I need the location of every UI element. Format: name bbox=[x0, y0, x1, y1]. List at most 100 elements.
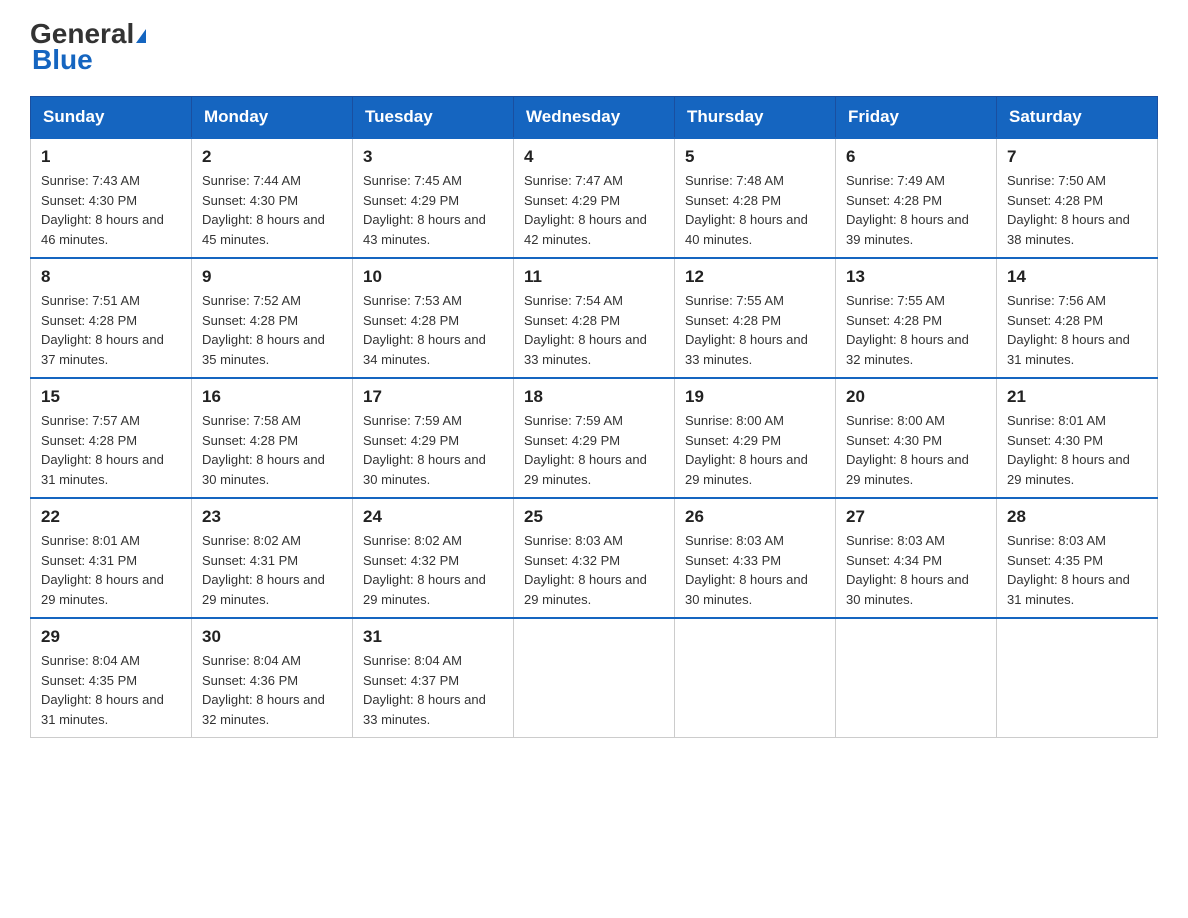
day-info: Sunrise: 7:56 AMSunset: 4:28 PMDaylight:… bbox=[1007, 291, 1147, 369]
day-number: 23 bbox=[202, 507, 342, 527]
day-number: 9 bbox=[202, 267, 342, 287]
day-info: Sunrise: 7:53 AMSunset: 4:28 PMDaylight:… bbox=[363, 291, 503, 369]
day-info: Sunrise: 8:00 AMSunset: 4:30 PMDaylight:… bbox=[846, 411, 986, 489]
day-number: 20 bbox=[846, 387, 986, 407]
day-info: Sunrise: 8:03 AMSunset: 4:32 PMDaylight:… bbox=[524, 531, 664, 609]
day-number: 8 bbox=[41, 267, 181, 287]
calendar-cell bbox=[675, 618, 836, 738]
column-header-tuesday: Tuesday bbox=[353, 97, 514, 139]
day-number: 3 bbox=[363, 147, 503, 167]
calendar-cell: 8 Sunrise: 7:51 AMSunset: 4:28 PMDaylight… bbox=[31, 258, 192, 378]
day-info: Sunrise: 7:47 AMSunset: 4:29 PMDaylight:… bbox=[524, 171, 664, 249]
week-row-1: 1 Sunrise: 7:43 AMSunset: 4:30 PMDaylight… bbox=[31, 138, 1158, 258]
logo-triangle-icon bbox=[136, 29, 146, 43]
day-info: Sunrise: 8:01 AMSunset: 4:30 PMDaylight:… bbox=[1007, 411, 1147, 489]
calendar-cell: 21 Sunrise: 8:01 AMSunset: 4:30 PMDayligh… bbox=[997, 378, 1158, 498]
calendar-cell: 31Sunrise: 8:04 AMSunset: 4:37 PMDayligh… bbox=[353, 618, 514, 738]
day-number: 26 bbox=[685, 507, 825, 527]
day-number: 5 bbox=[685, 147, 825, 167]
day-info: Sunrise: 7:55 AMSunset: 4:28 PMDaylight:… bbox=[685, 291, 825, 369]
calendar-cell: 28 Sunrise: 8:03 AMSunset: 4:35 PMDayligh… bbox=[997, 498, 1158, 618]
calendar-cell: 18 Sunrise: 7:59 AMSunset: 4:29 PMDayligh… bbox=[514, 378, 675, 498]
calendar-cell: 2Sunrise: 7:44 AMSunset: 4:30 PMDaylight… bbox=[192, 138, 353, 258]
calendar-cell: 16 Sunrise: 7:58 AMSunset: 4:28 PMDayligh… bbox=[192, 378, 353, 498]
calendar-cell: 23 Sunrise: 8:02 AMSunset: 4:31 PMDayligh… bbox=[192, 498, 353, 618]
day-info: Sunrise: 8:02 AMSunset: 4:32 PMDaylight:… bbox=[363, 531, 503, 609]
day-number: 16 bbox=[202, 387, 342, 407]
column-header-saturday: Saturday bbox=[997, 97, 1158, 139]
calendar-cell: 6Sunrise: 7:49 AMSunset: 4:28 PMDaylight… bbox=[836, 138, 997, 258]
day-number: 21 bbox=[1007, 387, 1147, 407]
day-number: 10 bbox=[363, 267, 503, 287]
day-info: Sunrise: 8:00 AMSunset: 4:29 PMDaylight:… bbox=[685, 411, 825, 489]
calendar-cell: 12Sunrise: 7:55 AMSunset: 4:28 PMDayligh… bbox=[675, 258, 836, 378]
day-info: Sunrise: 7:44 AMSunset: 4:30 PMDaylight:… bbox=[202, 171, 342, 249]
calendar-cell: 5 Sunrise: 7:48 AMSunset: 4:28 PMDaylight… bbox=[675, 138, 836, 258]
week-row-2: 8 Sunrise: 7:51 AMSunset: 4:28 PMDaylight… bbox=[31, 258, 1158, 378]
day-number: 24 bbox=[363, 507, 503, 527]
day-number: 25 bbox=[524, 507, 664, 527]
day-info: Sunrise: 8:03 AMSunset: 4:33 PMDaylight:… bbox=[685, 531, 825, 609]
logo-line2: Blue bbox=[32, 44, 93, 76]
day-number: 19 bbox=[685, 387, 825, 407]
calendar-cell: 15 Sunrise: 7:57 AMSunset: 4:28 PMDayligh… bbox=[31, 378, 192, 498]
column-header-monday: Monday bbox=[192, 97, 353, 139]
day-info: Sunrise: 7:59 AMSunset: 4:29 PMDaylight:… bbox=[524, 411, 664, 489]
day-info: Sunrise: 7:49 AMSunset: 4:28 PMDaylight:… bbox=[846, 171, 986, 249]
day-info: Sunrise: 7:50 AMSunset: 4:28 PMDaylight:… bbox=[1007, 171, 1147, 249]
day-info: Sunrise: 7:55 AMSunset: 4:28 PMDaylight:… bbox=[846, 291, 986, 369]
day-number: 29 bbox=[41, 627, 181, 647]
calendar-cell: 10 Sunrise: 7:53 AMSunset: 4:28 PMDayligh… bbox=[353, 258, 514, 378]
calendar-cell bbox=[836, 618, 997, 738]
calendar-cell: 14Sunrise: 7:56 AMSunset: 4:28 PMDayligh… bbox=[997, 258, 1158, 378]
page-header: General Blue bbox=[30, 20, 1158, 76]
calendar-cell: 20 Sunrise: 8:00 AMSunset: 4:30 PMDayligh… bbox=[836, 378, 997, 498]
calendar-cell: 17 Sunrise: 7:59 AMSunset: 4:29 PMDayligh… bbox=[353, 378, 514, 498]
day-number: 31 bbox=[363, 627, 503, 647]
day-info: Sunrise: 7:54 AMSunset: 4:28 PMDaylight:… bbox=[524, 291, 664, 369]
day-info: Sunrise: 7:48 AMSunset: 4:28 PMDaylight:… bbox=[685, 171, 825, 249]
day-number: 1 bbox=[41, 147, 181, 167]
day-info: Sunrise: 8:02 AMSunset: 4:31 PMDaylight:… bbox=[202, 531, 342, 609]
day-info: Sunrise: 8:03 AMSunset: 4:35 PMDaylight:… bbox=[1007, 531, 1147, 609]
day-number: 22 bbox=[41, 507, 181, 527]
day-info: Sunrise: 7:59 AMSunset: 4:29 PMDaylight:… bbox=[363, 411, 503, 489]
day-number: 18 bbox=[524, 387, 664, 407]
calendar-cell: 24 Sunrise: 8:02 AMSunset: 4:32 PMDayligh… bbox=[353, 498, 514, 618]
week-row-3: 15 Sunrise: 7:57 AMSunset: 4:28 PMDayligh… bbox=[31, 378, 1158, 498]
calendar-table: SundayMondayTuesdayWednesdayThursdayFrid… bbox=[30, 96, 1158, 738]
calendar-cell bbox=[514, 618, 675, 738]
calendar-cell: 11 Sunrise: 7:54 AMSunset: 4:28 PMDayligh… bbox=[514, 258, 675, 378]
calendar-cell: 30 Sunrise: 8:04 AMSunset: 4:36 PMDayligh… bbox=[192, 618, 353, 738]
day-info: Sunrise: 7:58 AMSunset: 4:28 PMDaylight:… bbox=[202, 411, 342, 489]
day-number: 11 bbox=[524, 267, 664, 287]
day-info: Sunrise: 7:43 AMSunset: 4:30 PMDaylight:… bbox=[41, 171, 181, 249]
day-info: Sunrise: 8:03 AMSunset: 4:34 PMDaylight:… bbox=[846, 531, 986, 609]
calendar-cell: 26 Sunrise: 8:03 AMSunset: 4:33 PMDayligh… bbox=[675, 498, 836, 618]
calendar-cell: 13Sunrise: 7:55 AMSunset: 4:28 PMDayligh… bbox=[836, 258, 997, 378]
calendar-cell: 19 Sunrise: 8:00 AMSunset: 4:29 PMDayligh… bbox=[675, 378, 836, 498]
column-header-friday: Friday bbox=[836, 97, 997, 139]
calendar-header-row: SundayMondayTuesdayWednesdayThursdayFrid… bbox=[31, 97, 1158, 139]
column-header-wednesday: Wednesday bbox=[514, 97, 675, 139]
day-info: Sunrise: 7:45 AMSunset: 4:29 PMDaylight:… bbox=[363, 171, 503, 249]
day-number: 15 bbox=[41, 387, 181, 407]
day-info: Sunrise: 8:04 AMSunset: 4:36 PMDaylight:… bbox=[202, 651, 342, 729]
calendar-cell: 29Sunrise: 8:04 AMSunset: 4:35 PMDayligh… bbox=[31, 618, 192, 738]
logo: General Blue bbox=[30, 20, 146, 76]
calendar-cell: 3 Sunrise: 7:45 AMSunset: 4:29 PMDaylight… bbox=[353, 138, 514, 258]
day-number: 28 bbox=[1007, 507, 1147, 527]
calendar-cell: 25 Sunrise: 8:03 AMSunset: 4:32 PMDayligh… bbox=[514, 498, 675, 618]
day-number: 17 bbox=[363, 387, 503, 407]
day-info: Sunrise: 7:51 AMSunset: 4:28 PMDaylight:… bbox=[41, 291, 181, 369]
calendar-cell: 27 Sunrise: 8:03 AMSunset: 4:34 PMDayligh… bbox=[836, 498, 997, 618]
calendar-cell: 7 Sunrise: 7:50 AMSunset: 4:28 PMDaylight… bbox=[997, 138, 1158, 258]
day-number: 7 bbox=[1007, 147, 1147, 167]
column-header-sunday: Sunday bbox=[31, 97, 192, 139]
calendar-cell bbox=[997, 618, 1158, 738]
day-info: Sunrise: 7:52 AMSunset: 4:28 PMDaylight:… bbox=[202, 291, 342, 369]
day-info: Sunrise: 7:57 AMSunset: 4:28 PMDaylight:… bbox=[41, 411, 181, 489]
day-number: 30 bbox=[202, 627, 342, 647]
column-header-thursday: Thursday bbox=[675, 97, 836, 139]
day-number: 27 bbox=[846, 507, 986, 527]
